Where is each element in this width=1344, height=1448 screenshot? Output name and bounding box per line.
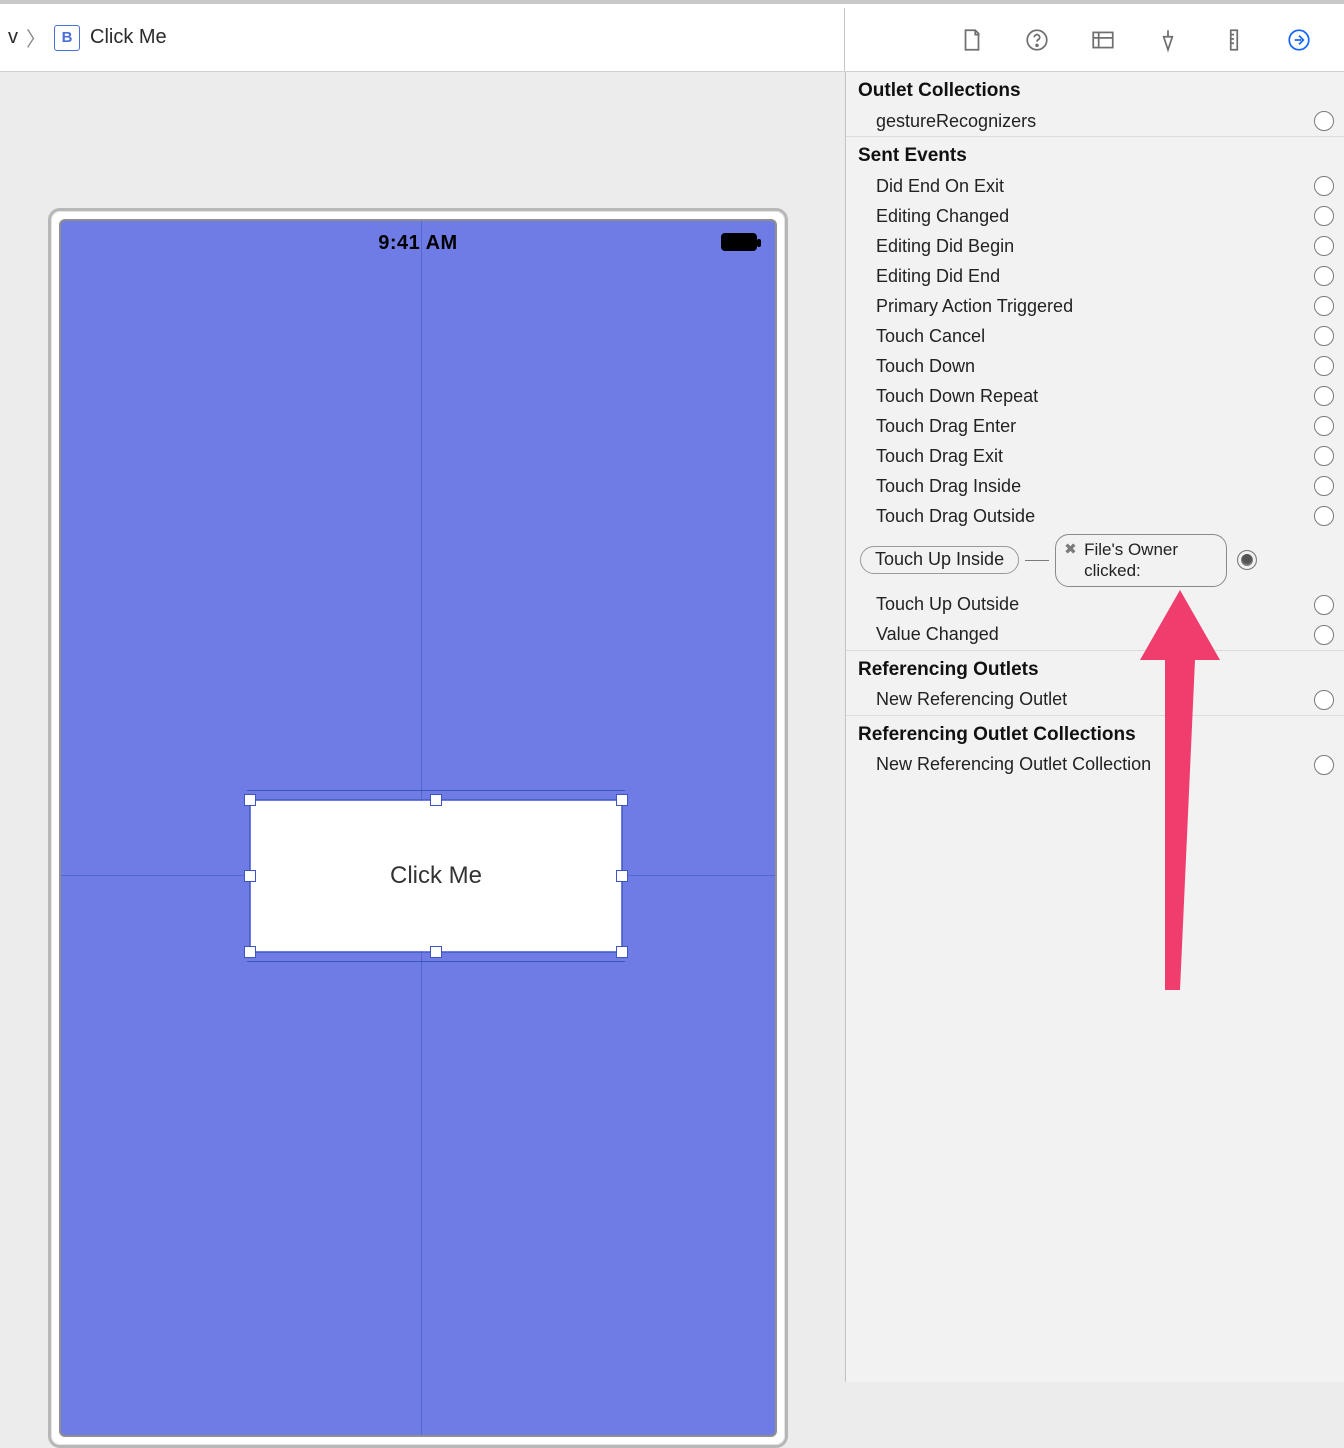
size-inspector-tab[interactable] — [1219, 25, 1249, 55]
selected-button[interactable]: Click Me — [251, 801, 621, 951]
section-referencing-outlet-collections[interactable]: Referencing Outlet Collections — [846, 715, 1344, 750]
margin-guide-top — [247, 790, 625, 791]
remove-connection-icon[interactable]: ✖ — [1064, 541, 1077, 560]
device-screen[interactable]: 9:41 AM Click Me — [59, 219, 777, 1437]
event-row[interactable]: Touch Up Outside — [846, 590, 1344, 620]
event-label: Editing Did Begin — [876, 236, 1314, 257]
event-row[interactable]: Did End On Exit — [846, 171, 1344, 201]
pane-divider[interactable] — [844, 8, 845, 71]
connection-target-name: File's Owner — [1084, 539, 1178, 560]
status-time: 9:41 AM — [378, 232, 457, 255]
connection-well[interactable] — [1314, 446, 1334, 466]
outlet-row[interactable]: New Referencing Outlet Collection — [846, 750, 1344, 780]
connection-well[interactable] — [1314, 296, 1334, 316]
event-row[interactable]: Touch Down Repeat — [846, 381, 1344, 411]
canvas-pane[interactable]: ✕ 9:41 AM Click Me — [0, 72, 844, 1382]
connection-well[interactable] — [1314, 755, 1334, 775]
event-label: Editing Changed — [876, 206, 1314, 227]
file-inspector-tab[interactable] — [957, 25, 987, 55]
top-bar: v 〉 B Click Me — [0, 0, 1344, 72]
connection-line — [1025, 560, 1049, 561]
connection-well[interactable] — [1314, 476, 1334, 496]
connection-well[interactable] — [1314, 356, 1334, 376]
connection-well[interactable] — [1314, 266, 1334, 286]
event-label: Touch Drag Enter — [876, 416, 1314, 437]
event-label: Did End On Exit — [876, 176, 1314, 197]
event-label: Touch Down Repeat — [876, 386, 1314, 407]
outlet-row[interactable]: New Referencing Outlet — [846, 685, 1344, 715]
event-label: Touch Drag Outside — [876, 506, 1314, 527]
event-row[interactable]: Editing Changed — [846, 201, 1344, 231]
event-row[interactable]: Touch Drag Inside — [846, 471, 1344, 501]
event-label: Touch Drag Inside — [876, 476, 1314, 497]
connection-well[interactable] — [1314, 206, 1334, 226]
connections-inspector: Outlet Collections gestureRecognizers Se… — [845, 72, 1344, 1382]
outlet-row[interactable]: gestureRecognizers — [846, 106, 1344, 136]
event-label: Touch Cancel — [876, 326, 1314, 347]
event-row-connected[interactable]: Touch Up Inside ✖ File's Owner clicked: — [846, 531, 1344, 590]
help-inspector-tab[interactable] — [1022, 25, 1052, 55]
event-row[interactable]: Touch Down — [846, 351, 1344, 381]
connection-well[interactable] — [1314, 386, 1334, 406]
event-row[interactable]: Touch Cancel — [846, 321, 1344, 351]
event-label: Touch Drag Exit — [876, 446, 1314, 467]
event-row[interactable]: Editing Did Begin — [846, 231, 1344, 261]
event-row[interactable]: Value Changed — [846, 620, 1344, 650]
event-row[interactable]: Touch Drag Exit — [846, 441, 1344, 471]
connections-inspector-tab[interactable] — [1284, 25, 1314, 55]
margin-guide-bottom — [247, 961, 625, 962]
section-sent-events[interactable]: Sent Events — [846, 136, 1344, 171]
event-label: Value Changed — [876, 624, 1314, 645]
connection-well[interactable] — [1314, 690, 1334, 710]
connection-well[interactable] — [1314, 416, 1334, 436]
connection-well[interactable] — [1314, 506, 1334, 526]
event-row[interactable]: Touch Drag Outside — [846, 501, 1344, 531]
breadcrumb-current[interactable]: Click Me — [86, 26, 167, 49]
event-label: Primary Action Triggered — [876, 296, 1314, 317]
device-frame: ✕ 9:41 AM Click Me — [48, 208, 788, 1448]
attributes-inspector-tab[interactable] — [1153, 25, 1183, 55]
connection-action-name: clicked: — [1084, 560, 1178, 581]
breadcrumb-prev[interactable]: v — [4, 26, 18, 49]
event-label: Touch Down — [876, 356, 1314, 377]
event-label: Editing Did End — [876, 266, 1314, 287]
event-pill[interactable]: Touch Up Inside — [860, 546, 1019, 574]
connection-well[interactable] — [1314, 111, 1334, 131]
event-row[interactable]: Touch Drag Enter — [846, 411, 1344, 441]
event-row[interactable]: Primary Action Triggered — [846, 291, 1344, 321]
event-row[interactable]: Editing Did End — [846, 261, 1344, 291]
connection-well[interactable] — [1314, 176, 1334, 196]
event-label: Touch Up Outside — [876, 594, 1314, 615]
chevron-right-icon: 〉 — [24, 23, 48, 52]
identity-inspector-tab[interactable] — [1088, 25, 1118, 55]
section-referencing-outlets[interactable]: Referencing Outlets — [846, 650, 1344, 685]
outlet-label: New Referencing Outlet Collection — [876, 754, 1314, 775]
connection-target[interactable]: ✖ File's Owner clicked: — [1055, 534, 1227, 587]
battery-icon — [721, 233, 757, 251]
connection-well-filled[interactable] — [1237, 550, 1257, 570]
connection-well[interactable] — [1314, 326, 1334, 346]
button-type-badge: B — [54, 25, 80, 51]
outlet-label: gestureRecognizers — [876, 111, 1314, 132]
outlet-label: New Referencing Outlet — [876, 689, 1314, 710]
connection-well[interactable] — [1314, 625, 1334, 645]
status-bar: 9:41 AM — [61, 221, 775, 265]
connection-well[interactable] — [1314, 236, 1334, 256]
connection-well[interactable] — [1314, 595, 1334, 615]
inspector-tab-bar — [933, 4, 1338, 76]
selected-button-label: Click Me — [390, 862, 482, 890]
section-outlet-collections[interactable]: Outlet Collections — [846, 72, 1344, 106]
